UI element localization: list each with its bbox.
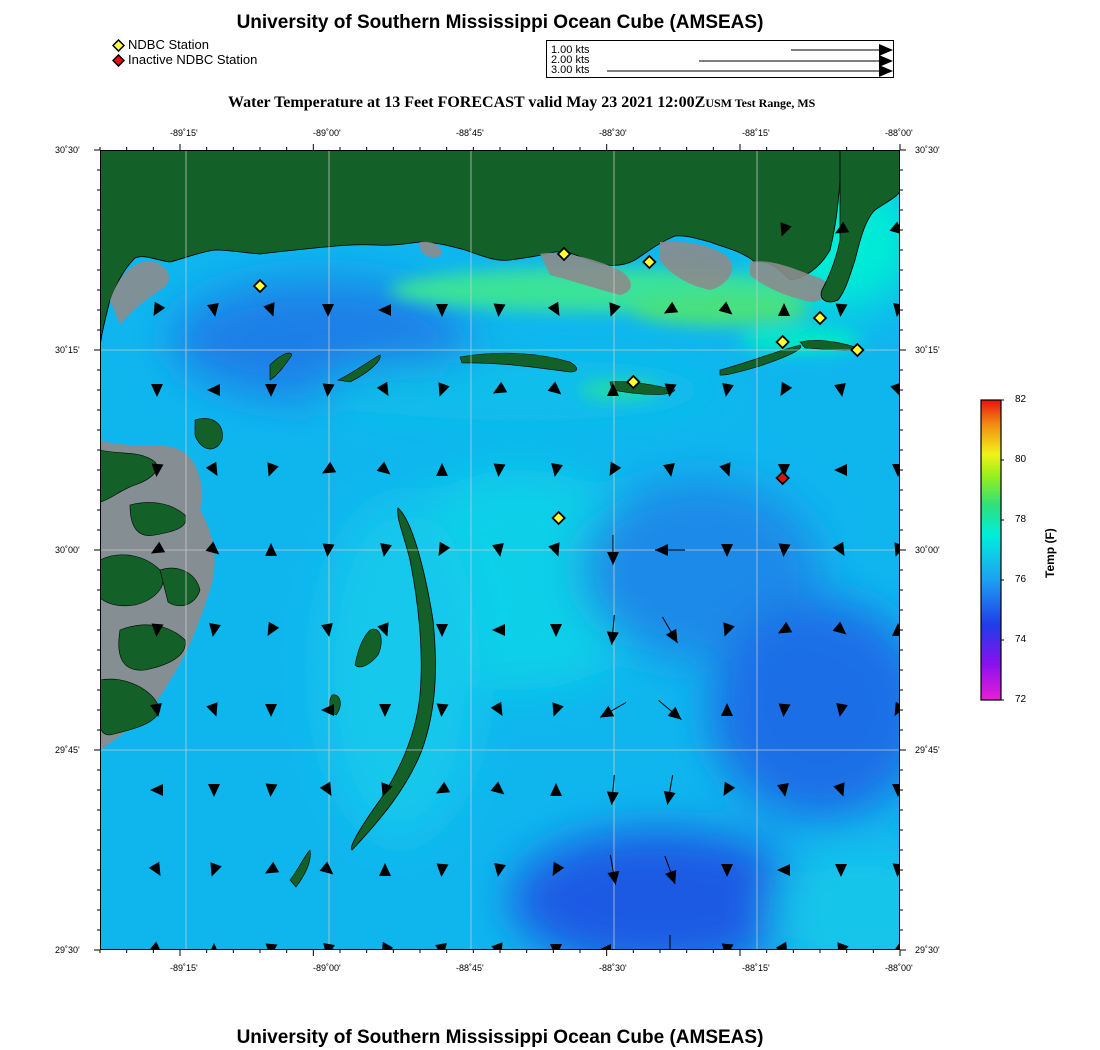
lat-label-right: 30˚00': [915, 545, 940, 555]
lon-label-bottom: -88˚15': [742, 963, 770, 973]
lon-label-top: -89˚00': [313, 128, 341, 138]
legend-label: Inactive NDBC Station: [128, 52, 258, 67]
colorbar: [980, 399, 1004, 701]
lat-label-right: 30˚30': [915, 145, 940, 155]
map-subtitle: Water Temperature at 13 Feet FORECAST va…: [228, 94, 815, 112]
lat-label-right: 30˚15': [915, 345, 940, 355]
footer-title: University of Southern Mississippi Ocean…: [236, 1027, 764, 1048]
lat-label-left: 30˚15': [55, 345, 80, 355]
lon-label-top: -88˚45': [456, 128, 484, 138]
lon-label-top: -88˚15': [742, 128, 770, 138]
colorbar-title: Temp (F): [1043, 528, 1057, 578]
lon-label-bottom: -88˚00': [885, 963, 913, 973]
lat-label-left: 30˚30': [55, 145, 80, 155]
subtitle-text: Water Temperature at 13 Feet FORECAST va…: [228, 94, 706, 111]
scale-arrows: [607, 44, 893, 77]
lon-label-top: -88˚30': [599, 128, 627, 138]
region-label: USM Test Range, MS: [705, 96, 816, 110]
colorbar-tick-80: 80: [1015, 454, 1027, 465]
legend-label: NDBC Station: [128, 37, 209, 52]
lon-label-top: -89˚15': [170, 128, 198, 138]
frame-ticks: [94, 144, 906, 956]
colorbar-tick-82: 82: [1015, 394, 1027, 405]
legend-item-inactive-station: Inactive NDBC Station: [111, 52, 258, 68]
colorbar-tick-78: 78: [1015, 514, 1027, 525]
colorbar-tick-76: 76: [1015, 574, 1027, 585]
page-title: University of Southern Mississippi Ocean…: [236, 12, 764, 33]
lat-label-left: 30˚00': [55, 545, 80, 555]
colorbar-tick-74: 74: [1015, 634, 1027, 645]
lat-label-right: 29˚30': [915, 945, 940, 955]
lat-label-right: 29˚45': [915, 745, 940, 755]
current-scale-legend: 1.00 kts 2.00 kts 3.00 kts: [546, 40, 894, 78]
lon-label-bottom: -89˚15': [170, 963, 198, 973]
red-diamond-icon: [111, 54, 126, 68]
legend-item-ndbc-station: NDBC Station: [111, 37, 209, 53]
lon-label-bottom: -88˚30': [599, 963, 627, 973]
yellow-diamond-icon: [111, 39, 126, 53]
lon-label-top: -88˚00': [885, 128, 913, 138]
lat-label-left: 29˚30': [55, 945, 80, 955]
colorbar-tick-72: 72: [1015, 694, 1027, 705]
lon-label-bottom: -88˚45': [456, 963, 484, 973]
lat-label-left: 29˚45': [55, 745, 80, 755]
lon-label-bottom: -89˚00': [313, 963, 341, 973]
